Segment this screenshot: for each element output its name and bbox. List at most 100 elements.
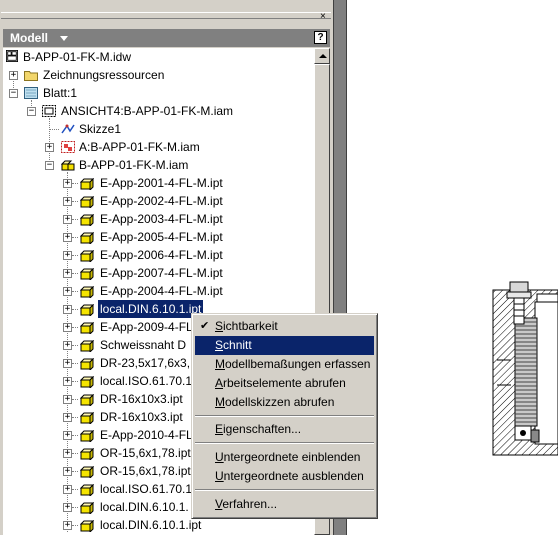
tree-item-sketch[interactable]: Skizze1 [3, 120, 314, 138]
expand-icon[interactable]: + [63, 233, 72, 242]
browser-header[interactable]: Modell [3, 29, 330, 47]
part-icon [79, 267, 95, 282]
collapse-icon[interactable]: − [27, 107, 36, 116]
part-icon [79, 375, 95, 390]
tree-item-label: local.DIN.6.10.1.ipt [100, 518, 202, 532]
part-icon [79, 249, 95, 264]
expand-icon[interactable]: + [63, 467, 72, 476]
menu-item-hide-children[interactable]: Untergeordnete ausblenden [195, 467, 374, 486]
tree-item-label: DR-23,5x17,6x3, [100, 356, 191, 370]
expand-icon[interactable]: + [63, 215, 72, 224]
menu-item-retrieve-dimensions[interactable]: Modellbemaßungen erfassen [195, 355, 374, 374]
menu-item-get-model-sketches[interactable]: Modellskizzen abrufen [195, 393, 374, 412]
tree-item-label: DR-16x10x3.ipt [100, 410, 183, 424]
drawing-view-icon [42, 105, 56, 117]
part-icon [79, 429, 95, 444]
menu-item-procedure[interactable]: Verfahren... [195, 495, 374, 514]
expand-icon[interactable]: + [63, 197, 72, 206]
part-icon [79, 483, 95, 498]
collapse-icon[interactable]: − [45, 161, 54, 170]
menu-item-label: Modellbemaßungen erfassen [215, 357, 371, 371]
menu-item-label: Sichtbarkeit [215, 319, 278, 333]
tree-item-label: local.DIN.6.10.1. [100, 500, 189, 514]
part-icon [79, 339, 95, 354]
expand-icon[interactable]: + [63, 341, 72, 350]
tree-item-label: Skizze1 [79, 122, 122, 136]
expand-icon[interactable]: + [63, 521, 72, 530]
expand-icon[interactable]: + [63, 251, 72, 260]
tree-connector [72, 507, 78, 508]
tree-connector [72, 237, 78, 238]
tree-item-label: Schweissnaht D [100, 338, 187, 352]
expand-icon[interactable]: + [63, 179, 72, 188]
menu-separator [195, 489, 374, 491]
tree-connector [72, 273, 78, 274]
expand-icon[interactable]: + [9, 71, 18, 80]
expand-icon[interactable]: + [63, 485, 72, 494]
tree-item-part[interactable]: + E-App-2001-4-FL-M.ipt [3, 174, 314, 192]
expand-icon[interactable]: + [63, 359, 72, 368]
scroll-up-button[interactable] [314, 48, 330, 64]
tree-connector [72, 309, 78, 310]
menu-item-get-work-features[interactable]: Arbeitselemente abrufen [195, 374, 374, 393]
tree-connector [72, 363, 78, 364]
part-icon [79, 285, 95, 300]
expand-icon[interactable]: + [63, 377, 72, 386]
expand-icon[interactable]: + [63, 395, 72, 404]
part-icon [79, 357, 95, 372]
part-icon [79, 231, 95, 246]
tree-item-label: Zeichnungsressourcen [43, 68, 165, 82]
tree-item-label: E-App-2005-4-FL-M.ipt [100, 230, 223, 244]
tree-item-part[interactable]: + E-App-2004-4-FL-M.ipt [3, 282, 314, 300]
drawing-document-icon [6, 50, 18, 62]
expand-icon[interactable]: + [63, 287, 72, 296]
menu-item-visibility[interactable]: ✔ Sichtbarkeit [195, 317, 374, 336]
tree-item-root[interactable]: B-APP-01-FK-M.idw [3, 48, 314, 66]
tree-item-view[interactable]: − ANSICHT4:B-APP-01-FK-M.iam [3, 102, 314, 120]
dropdown-arrow-icon[interactable] [60, 36, 68, 41]
drawing-canvas[interactable] [347, 0, 558, 535]
expand-icon[interactable]: + [63, 431, 72, 440]
collapse-icon[interactable]: − [9, 89, 18, 98]
expand-icon[interactable]: + [45, 143, 54, 152]
tree-item-label: ANSICHT4:B-APP-01-FK-M.iam [61, 104, 234, 118]
expand-icon[interactable]: + [63, 323, 72, 332]
panel-grip-bar[interactable] [1, 12, 331, 19]
tree-item-part[interactable]: + E-App-2002-4-FL-M.ipt [3, 192, 314, 210]
tree-item-part[interactable]: + E-App-2006-4-FL-M.ipt [3, 246, 314, 264]
menu-item-section[interactable]: Schnitt [195, 336, 374, 355]
context-menu: ✔ Sichtbarkeit Schnitt Modellbemaßungen erf… [191, 313, 378, 519]
assembly-icon [61, 160, 75, 171]
tree-item-part[interactable]: + E-App-2003-4-FL-M.ipt [3, 210, 314, 228]
help-icon[interactable]: ? [314, 31, 327, 44]
expand-icon[interactable]: + [63, 449, 72, 458]
expand-icon[interactable]: + [63, 503, 72, 512]
menu-item-label: Untergeordnete einblenden [215, 450, 361, 464]
tree-item-part[interactable]: + E-App-2005-4-FL-M.ipt [3, 228, 314, 246]
tree-item-label: DR-16x10x3.ipt [100, 392, 183, 406]
tree-item-part[interactable]: + E-App-2007-4-FL-M.ipt [3, 264, 314, 282]
part-icon [79, 465, 95, 480]
close-icon[interactable]: × [320, 12, 326, 22]
browser-title[interactable]: Modell [10, 31, 48, 45]
tree-item-drawing-resources[interactable]: + Zeichnungsressourcen [3, 66, 314, 84]
tree-connector [72, 399, 78, 400]
expand-icon[interactable]: + [63, 269, 72, 278]
tree-item-ref-assembly[interactable]: + A:B-APP-01-FK-M.iam [3, 138, 314, 156]
expand-icon[interactable]: + [63, 413, 72, 422]
tree-item-label: E-App-2010-4-FL [100, 428, 193, 442]
tree-item-label: OR-15,6x1,78.ipt [100, 464, 191, 478]
tree-item-label: B-APP-01-FK-M.idw [23, 50, 132, 64]
tree-item-label: B-APP-01-FK-M.iam [79, 158, 189, 172]
tree-item-sheet[interactable]: − Blatt:1 [3, 84, 314, 102]
expand-icon[interactable]: + [63, 305, 72, 314]
tree-connector [72, 291, 78, 292]
tree-item-assembly[interactable]: − B-APP-01-FK-M.iam [3, 156, 314, 174]
tree-connector [72, 435, 78, 436]
tree-connector [72, 183, 78, 184]
tree-item-label: local.ISO.61.70.1 [100, 374, 193, 388]
menu-item-properties[interactable]: Eigenschaften... [195, 420, 374, 439]
tree-connector [72, 381, 78, 382]
tree-connector [72, 525, 78, 526]
menu-item-show-children[interactable]: Untergeordnete einblenden [195, 448, 374, 467]
